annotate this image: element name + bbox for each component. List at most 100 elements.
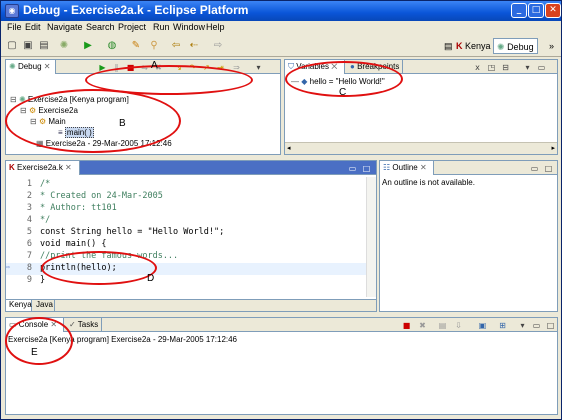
editor-view: K Exercise2a.k ✕ ▭ □ 1 /* 2 * Created on … <box>5 160 377 312</box>
console-output[interactable] <box>7 348 556 410</box>
console-tabstrip: ▭ Console ✕ ✓ Tasks ■ ✖ ▤ ⇩ ▣ ⊞ ▾ ▭ □ <box>6 318 557 332</box>
clear-console-icon[interactable]: ▤ <box>438 321 447 330</box>
editor-tabstrip: K Exercise2a.k ✕ ▭ □ <box>6 161 376 175</box>
menu-window[interactable]: Window <box>173 22 205 32</box>
debug-icon[interactable]: ✺ <box>57 39 71 53</box>
tab-debug[interactable]: ✺ Debug ✕ <box>6 60 56 74</box>
scroll-left-icon[interactable]: ◂ <box>287 144 291 152</box>
line-number: 4 <box>26 215 32 225</box>
collapse-icon: ⊟ <box>10 95 17 104</box>
bug-icon: ✺ <box>9 62 16 71</box>
maximize-view-icon[interactable]: □ <box>546 321 555 330</box>
close-tab-icon[interactable]: ✕ <box>65 163 72 172</box>
search-icon[interactable]: ⚲ <box>147 39 161 53</box>
close-tab-icon[interactable]: ✕ <box>44 62 51 71</box>
back-arrow-icon[interactable]: ⇦ <box>169 39 183 53</box>
save-icon[interactable]: ▣ <box>21 39 35 53</box>
title-bar: ◉ Debug - Exercise2a.k - Eclipse Platfor… <box>1 1 561 21</box>
outline-tabstrip: ☷ Outline ✕ ▭ □ <box>380 161 557 175</box>
menu-search[interactable]: Search <box>86 22 115 32</box>
annotation-ellipse-b <box>5 89 181 153</box>
close-button[interactable]: ✕ <box>545 3 561 18</box>
view-menu-icon[interactable]: ▾ <box>254 63 263 72</box>
menu-file[interactable]: File <box>7 22 22 32</box>
code-text: * Author: tt101 <box>40 203 117 213</box>
line-number: 5 <box>26 227 32 237</box>
tab-outline[interactable]: ☷ Outline ✕ <box>380 161 434 175</box>
tab-exercise2a-k-label: Exercise2a.k <box>17 163 63 172</box>
bug-icon: ✺ <box>497 42 505 52</box>
minimize-view-icon[interactable]: ▭ <box>537 63 546 72</box>
menu-navigate[interactable]: Navigate <box>47 22 83 32</box>
kenya-logo-icon: K <box>456 41 463 51</box>
perspective-debug[interactable]: ✺ Debug <box>493 38 538 54</box>
editor-bottom-tabs: Kenya Java <box>6 299 376 311</box>
variables-scrollbar[interactable]: ◂ ▸ <box>285 142 557 154</box>
code-text: /* <box>40 179 51 189</box>
tab-java-source[interactable]: Java <box>33 300 55 311</box>
console-view: ▭ Console ✕ ✓ Tasks ■ ✖ ▤ ⇩ ▣ ⊞ ▾ ▭ □ Ex… <box>5 317 558 415</box>
code-text: */ <box>40 215 51 225</box>
remove-launch-icon[interactable]: ✖ <box>418 321 427 330</box>
line-number: 9 <box>26 275 32 285</box>
annotation-label-d: D <box>147 273 155 284</box>
maximize-view-icon[interactable]: □ <box>362 164 371 173</box>
print-icon[interactable]: ▤ <box>37 39 51 53</box>
maximize-view-icon[interactable]: □ <box>544 164 553 173</box>
line-number: 3 <box>26 203 32 213</box>
pin-console-icon[interactable]: ⊞ <box>498 321 507 330</box>
minimize-view-icon[interactable]: ▭ <box>532 321 541 330</box>
tab-exercise2a-k[interactable]: K Exercise2a.k ✕ <box>6 161 80 175</box>
annotation-label-c: C <box>339 87 347 98</box>
scroll-lock-icon[interactable]: ⇩ <box>454 321 463 330</box>
new-icon[interactable]: ▢ <box>5 39 19 53</box>
annotation-label-a: A <box>151 60 158 71</box>
view-menu-icon[interactable]: ▾ <box>518 321 527 330</box>
scroll-right-icon[interactable]: ▸ <box>551 144 555 152</box>
code-text: void main() { <box>40 239 107 249</box>
menu-run[interactable]: Run <box>153 22 170 32</box>
run-icon[interactable]: ▶ <box>81 39 95 53</box>
menu-help[interactable]: Help <box>206 22 225 32</box>
tab-debug-label: Debug <box>17 62 42 71</box>
code-text: const String hello = "Hello World!"; <box>40 227 225 237</box>
display-console-icon[interactable]: ▣ <box>478 321 487 330</box>
perspective-kenya-label: Kenya <box>465 41 491 51</box>
maximize-button[interactable]: □ <box>528 3 544 18</box>
menu-edit[interactable]: Edit <box>25 22 41 32</box>
code-text: } <box>40 275 46 285</box>
main-toolbar: ▢ ▣ ▤ ✺ ▶ ◍ ✎ ⚲ ⇦ ⇠ ⇨ ▤ K Kenya ✺ Debug … <box>1 35 561 57</box>
annotation-ellipse-d <box>41 251 157 285</box>
view-menu-icon[interactable]: ▾ <box>523 63 532 72</box>
minimize-view-icon[interactable]: ▭ <box>530 164 539 173</box>
forward-arrow-icon[interactable]: ⇨ <box>211 39 225 53</box>
more-perspectives-icon[interactable]: » <box>546 38 557 54</box>
tab-outline-label: Outline <box>392 163 418 172</box>
menu-bar: File Edit Navigate Search Project Run Wi… <box>1 21 561 35</box>
show-type-names-icon[interactable]: x <box>473 63 482 72</box>
code-text: * Created on 24-Mar-2005 <box>40 191 163 201</box>
line-number: 8 <box>26 263 32 273</box>
show-logical-structure-icon[interactable]: ◳ <box>487 63 496 72</box>
tasks-icon: ✓ <box>69 320 76 329</box>
outline-message: An outline is not available. <box>382 178 475 187</box>
perspective-debug-label: Debug <box>507 42 534 52</box>
annotation-label-b: B <box>119 118 126 129</box>
tab-kenya-source[interactable]: Kenya <box>6 300 32 311</box>
editor-vertical-scrollbar[interactable] <box>366 177 376 297</box>
line-number: 6 <box>26 239 32 249</box>
back-dropdown-icon[interactable]: ⇠ <box>187 39 201 53</box>
open-type-icon[interactable]: ✎ <box>129 39 143 53</box>
line-number: 7 <box>26 251 32 261</box>
terminate-icon[interactable]: ■ <box>402 321 411 330</box>
close-tab-icon[interactable]: ✕ <box>420 163 427 172</box>
window-title: Debug - Exercise2a.k - Eclipse Platform <box>23 3 249 17</box>
tab-tasks[interactable]: ✓ Tasks <box>66 318 102 332</box>
collapse-all-icon[interactable]: ⊟ <box>501 63 510 72</box>
minimize-view-icon[interactable]: ▭ <box>348 164 357 173</box>
minimize-button[interactable]: _ <box>511 3 527 18</box>
menu-project[interactable]: Project <box>118 22 146 32</box>
external-tools-icon[interactable]: ◍ <box>105 39 119 53</box>
outline-icon: ☷ <box>383 163 391 172</box>
perspective-kenya[interactable]: K Kenya <box>453 38 494 54</box>
